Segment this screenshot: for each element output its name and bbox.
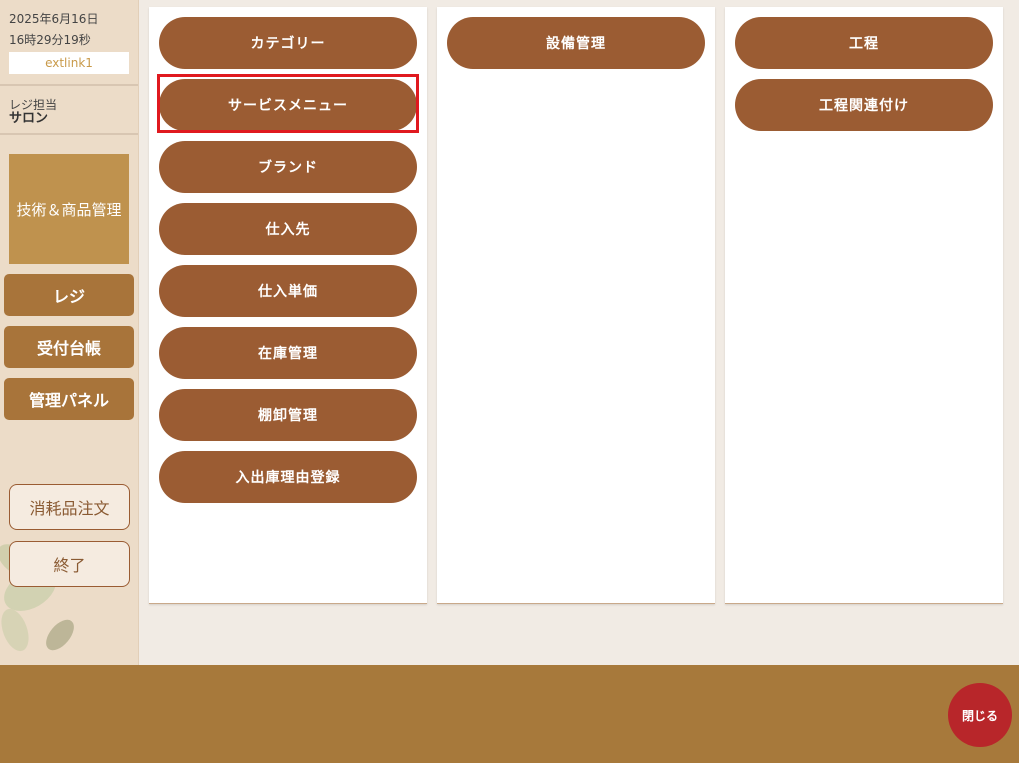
exit-button[interactable]: 終了 [9,541,130,587]
store-id: extlink1 [9,52,129,74]
nav-register-button[interactable]: レジ [4,274,134,316]
stock-reason-registration-button[interactable]: 入出庫理由登録 [159,451,417,503]
process-button[interactable]: 工程 [735,17,993,69]
divider [0,84,138,86]
date-display: 2025年6月16日 [9,12,99,26]
panel-process: 工程 工程関連付け [725,7,1003,604]
supplier-button[interactable]: 仕入先 [159,203,417,255]
tech-product-management-button[interactable]: 技術＆商品管理 [9,154,129,264]
service-menu-button[interactable]: サービスメニュー [159,79,417,131]
sidebar: 2025年6月16日 16時29分19秒 extlink1 レジ担当 サロン 技… [0,0,139,665]
panel-equipment: 設備管理 [437,7,715,604]
footer-bar [0,665,1019,763]
divider [0,133,138,135]
process-linking-button[interactable]: 工程関連付け [735,79,993,131]
consumables-order-button[interactable]: 消耗品注文 [9,484,130,530]
nav-reception-ledger-button[interactable]: 受付台帳 [4,326,134,368]
panel-products: カテゴリー サービスメニュー ブランド 仕入先 仕入単価 在庫管理 棚卸管理 入… [149,7,427,604]
stocktaking-button[interactable]: 棚卸管理 [159,389,417,441]
inventory-management-button[interactable]: 在庫管理 [159,327,417,379]
nav-admin-panel-button[interactable]: 管理パネル [4,378,134,420]
time-display: 16時29分19秒 [9,33,91,47]
equipment-management-button[interactable]: 設備管理 [447,17,705,69]
brand-button[interactable]: ブランド [159,141,417,193]
cashier-name: サロン [9,111,49,126]
category-button[interactable]: カテゴリー [159,17,417,69]
purchase-price-button[interactable]: 仕入単価 [159,265,417,317]
close-button[interactable]: 閉じる [948,683,1012,747]
